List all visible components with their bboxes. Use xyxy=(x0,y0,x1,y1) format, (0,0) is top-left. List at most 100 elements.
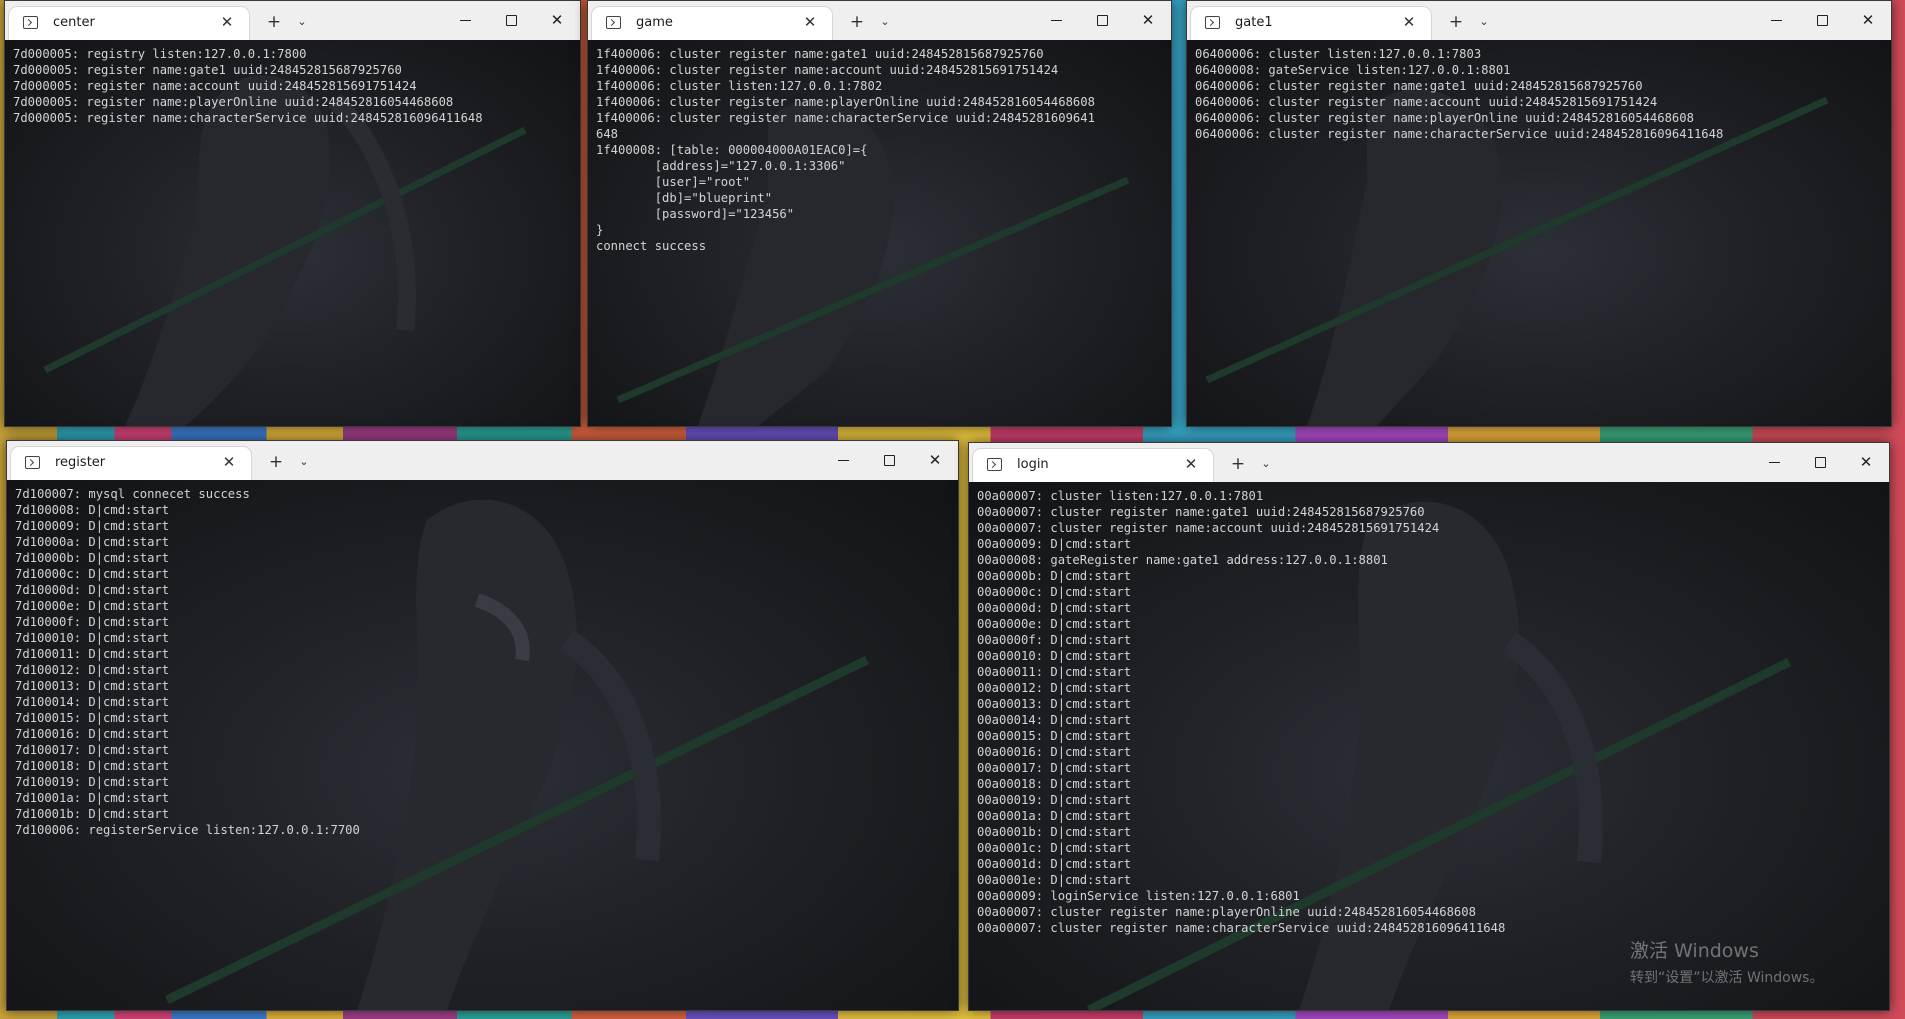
chevron-down-icon[interactable]: ⌄ xyxy=(293,12,311,32)
terminal-output[interactable]: 1f400006: cluster register name:gate1 uu… xyxy=(588,40,1171,426)
chevron-down-icon[interactable]: ⌄ xyxy=(876,12,894,32)
title-bar[interactable]: register ✕ + ⌄ xyxy=(7,441,958,480)
log-line: 1f400006: cluster register name:playerOn… xyxy=(596,95,1095,109)
tab-title: gate1 xyxy=(1235,15,1273,30)
tab-close-icon[interactable]: ✕ xyxy=(217,12,237,32)
minimize-button[interactable] xyxy=(1764,10,1788,30)
tab-close-icon[interactable]: ✕ xyxy=(800,12,820,32)
plus-icon[interactable]: + xyxy=(1445,12,1467,32)
maximize-button[interactable] xyxy=(1808,452,1832,472)
minimize-button[interactable] xyxy=(1044,10,1068,30)
log-line: 00a00012: D|cmd:start xyxy=(977,681,1132,695)
tab-gate1[interactable]: gate1 ✕ xyxy=(1191,7,1431,40)
log-line: 1f400006: cluster register name:characte… xyxy=(596,111,1095,125)
chevron-down-icon[interactable]: ⌄ xyxy=(295,452,313,472)
minimize-button[interactable] xyxy=(1762,452,1786,472)
log-line: 7d100008: D|cmd:start xyxy=(15,503,170,517)
log-line: 7d10000e: D|cmd:start xyxy=(15,599,170,613)
close-button[interactable] xyxy=(1136,10,1160,30)
log-line: 7d10000c: D|cmd:start xyxy=(15,567,170,581)
log-line: 7d100011: D|cmd:start xyxy=(15,647,170,661)
log-line: [user]="root" xyxy=(596,175,751,189)
log-line: 00a00013: D|cmd:start xyxy=(977,697,1132,711)
log-line: 00a0000f: D|cmd:start xyxy=(977,633,1132,647)
log-line: 1f400006: cluster register name:gate1 uu… xyxy=(596,47,1044,61)
terminal-icon xyxy=(25,456,40,469)
log-line: 00a00007: cluster register name:characte… xyxy=(977,921,1506,935)
log-line: 00a00015: D|cmd:start xyxy=(977,729,1132,743)
tab-close-icon[interactable]: ✕ xyxy=(219,452,239,472)
tab-title: register xyxy=(55,455,106,470)
log-line: 00a00007: cluster register name:account … xyxy=(977,521,1440,535)
tab-login[interactable]: login ✕ xyxy=(973,449,1213,482)
log-line: 00a00009: loginService listen:127.0.0.1:… xyxy=(977,889,1300,903)
title-bar[interactable]: game ✕ + ⌄ xyxy=(588,1,1171,40)
log-line: 06400006: cluster register name:characte… xyxy=(1195,127,1724,141)
tab-game[interactable]: game ✕ xyxy=(592,7,832,40)
log-line: 00a00010: D|cmd:start xyxy=(977,649,1132,663)
close-button[interactable] xyxy=(1854,452,1878,472)
plus-icon[interactable]: + xyxy=(263,12,285,32)
log-line: 1f400006: cluster listen:127.0.0.1:7802 xyxy=(596,79,883,93)
maximize-button[interactable] xyxy=(1090,10,1114,30)
log-line: 00a00007: cluster register name:playerOn… xyxy=(977,905,1476,919)
terminal-window-game[interactable]: game ✕ + ⌄ 1f400006: cluster register na… xyxy=(587,0,1172,427)
minimize-button[interactable] xyxy=(831,450,855,470)
log-lines: 00a00007: cluster listen:127.0.0.1:7801 0… xyxy=(977,488,1883,936)
title-bar[interactable]: login ✕ + ⌄ xyxy=(969,443,1889,482)
tab-center[interactable]: center ✕ xyxy=(9,7,249,40)
log-line: 00a00011: D|cmd:start xyxy=(977,665,1132,679)
plus-icon[interactable]: + xyxy=(846,12,868,32)
log-line: 7d000005: register name:characterService… xyxy=(13,111,483,125)
terminal-output[interactable]: 7d100007: mysql connecet success 7d100008… xyxy=(7,480,958,1010)
activation-watermark: 激活 Windows 转到“设置”以激活 Windows。 xyxy=(1630,936,1823,987)
log-line: 1f400006: cluster register name:account … xyxy=(596,63,1059,77)
minimize-button[interactable] xyxy=(453,10,477,30)
terminal-icon xyxy=(23,16,38,29)
log-line: 7d100006: registerService listen:127.0.0… xyxy=(15,823,360,837)
log-line: [password]="123456" xyxy=(596,207,795,221)
maximize-button[interactable] xyxy=(1810,10,1834,30)
close-button[interactable] xyxy=(923,450,947,470)
tab-register[interactable]: register ✕ xyxy=(11,447,251,480)
terminal-output[interactable]: 00a00007: cluster listen:127.0.0.1:7801 0… xyxy=(969,482,1889,1010)
log-line: } xyxy=(596,223,604,237)
terminal-window-register[interactable]: register ✕ + ⌄ 7d100007: mysql connecet … xyxy=(6,440,959,1011)
chevron-down-icon[interactable]: ⌄ xyxy=(1475,12,1493,32)
maximize-button[interactable] xyxy=(877,450,901,470)
log-line: 00a0000c: D|cmd:start xyxy=(977,585,1132,599)
log-line: 00a0001d: D|cmd:start xyxy=(977,857,1132,871)
title-bar[interactable]: center ✕ + ⌄ xyxy=(5,1,580,40)
log-line: 7d100016: D|cmd:start xyxy=(15,727,170,741)
log-line: 00a0001e: D|cmd:start xyxy=(977,873,1132,887)
terminal-output[interactable]: 06400006: cluster listen:127.0.0.1:7803 0… xyxy=(1187,40,1891,426)
terminal-window-center[interactable]: center ✕ + ⌄ 7d000005: registry listen:1… xyxy=(4,0,581,427)
close-button[interactable] xyxy=(545,10,569,30)
log-lines: 7d100007: mysql connecet success 7d100008… xyxy=(15,486,952,838)
chevron-down-icon[interactable]: ⌄ xyxy=(1257,454,1275,474)
terminal-icon xyxy=(987,458,1002,471)
terminal-window-gate1[interactable]: gate1 ✕ + ⌄ 06400006: cluster listen:127… xyxy=(1186,0,1892,427)
log-line: 00a00019: D|cmd:start xyxy=(977,793,1132,807)
log-line: 7d10001b: D|cmd:start xyxy=(15,807,170,821)
title-bar[interactable]: gate1 ✕ + ⌄ xyxy=(1187,1,1891,40)
terminal-output[interactable]: 7d000005: registry listen:127.0.0.1:7800… xyxy=(5,40,580,426)
log-line: 00a00007: cluster listen:127.0.0.1:7801 xyxy=(977,489,1264,503)
log-line: 7d100009: D|cmd:start xyxy=(15,519,170,533)
log-line: 00a00014: D|cmd:start xyxy=(977,713,1132,727)
tab-close-icon[interactable]: ✕ xyxy=(1181,454,1201,474)
log-line: 00a0001b: D|cmd:start xyxy=(977,825,1132,839)
terminal-window-login[interactable]: login ✕ + ⌄ 00a00007: cluster listen:127… xyxy=(968,442,1890,1011)
maximize-button[interactable] xyxy=(499,10,523,30)
log-line: 648 xyxy=(596,127,619,141)
log-line: [address]="127.0.0.1:3306" xyxy=(596,159,846,173)
tab-close-icon[interactable]: ✕ xyxy=(1399,12,1419,32)
plus-icon[interactable]: + xyxy=(265,452,287,472)
log-lines: 1f400006: cluster register name:gate1 uu… xyxy=(596,46,1165,254)
close-button[interactable] xyxy=(1856,10,1880,30)
tab-title: center xyxy=(53,15,95,30)
watermark-title: 激活 Windows xyxy=(1630,940,1759,962)
log-line: 7d10001a: D|cmd:start xyxy=(15,791,170,805)
plus-icon[interactable]: + xyxy=(1227,454,1249,474)
log-line: 00a00018: D|cmd:start xyxy=(977,777,1132,791)
